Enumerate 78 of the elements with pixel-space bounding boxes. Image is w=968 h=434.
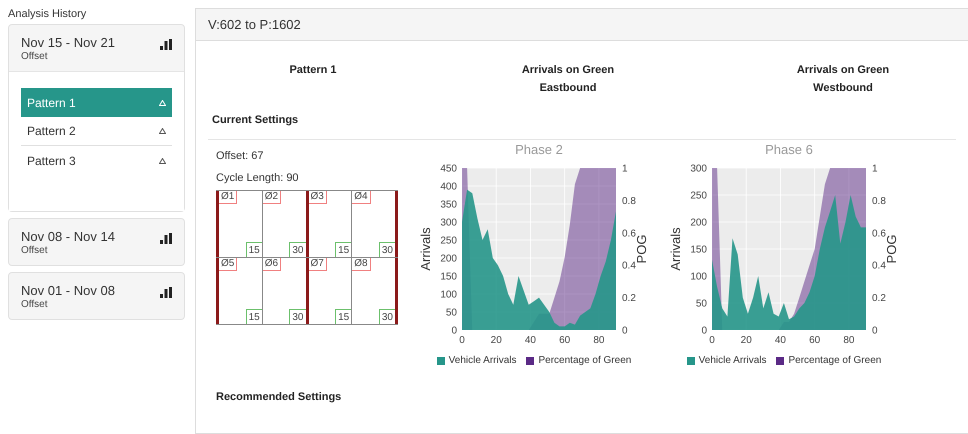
phase-label: Ø3 — [308, 191, 327, 204]
phase-label: Ø5 — [219, 258, 238, 271]
tick-label: 20 — [740, 335, 752, 346]
tick-label: 150 — [690, 244, 707, 256]
axis-label: POG — [884, 234, 899, 264]
phase-duration: 15 — [246, 242, 262, 257]
tick-label: 300 — [440, 218, 457, 228]
tick-label: 0.8 — [622, 196, 636, 207]
phase-duration: 15 — [335, 309, 352, 324]
chart-title: Phase 6 — [765, 142, 813, 157]
tick-label: 200 — [690, 218, 707, 228]
tick-label: 100 — [690, 272, 707, 282]
tick-label: 80 — [593, 335, 604, 346]
panel-title: V:602 to P:1602 — [208, 16, 301, 34]
tick-label: 40 — [524, 335, 536, 346]
tick-label: 350 — [440, 200, 457, 210]
phase-label: Ø8 — [352, 258, 371, 271]
column-heading: Arrivals on Green — [796, 63, 890, 78]
axis-label: Arrivals — [668, 227, 683, 271]
tick-label: 0.4 — [872, 260, 886, 272]
tick-label: 450 — [440, 164, 457, 174]
date-range: Nov 01 - Nov 08 — [21, 283, 115, 299]
tick-label: 1 — [872, 164, 878, 174]
section-heading: Current Settings — [212, 114, 298, 126]
column-heading: Pattern 1 — [289, 63, 337, 78]
axis-label: Arrivals — [418, 227, 433, 271]
tick-label: 0.6 — [622, 228, 636, 240]
tick-label: 200 — [440, 254, 457, 264]
axis-label: POG — [634, 234, 649, 264]
tick-label: 250 — [440, 236, 457, 246]
cycle-length-text: Cycle Length: 90 — [216, 171, 300, 186]
tick-label: 60 — [809, 335, 820, 346]
tick-label: 20 — [490, 335, 502, 346]
phase-label: Ø2 — [262, 191, 282, 204]
tick-label: 0.4 — [622, 260, 636, 272]
tick-label: 0 — [709, 335, 715, 346]
phase-duration: 30 — [378, 242, 395, 257]
phase-duration: 30 — [289, 309, 306, 324]
tick-label: 0.2 — [622, 293, 636, 304]
tick-label: 40 — [774, 335, 786, 346]
phase-duration: 30 — [289, 242, 306, 257]
tick-label: 0 — [872, 326, 878, 336]
analysis-type: Offset — [21, 51, 48, 63]
tick-label: 60 — [559, 335, 570, 346]
tick-label: 0 — [622, 326, 628, 336]
tick-label: 100 — [440, 290, 457, 300]
tick-label: 0.8 — [872, 196, 886, 207]
tick-label: 150 — [440, 272, 457, 282]
chart-title: Phase 2 — [515, 142, 563, 157]
date-range: Nov 08 - Nov 14 — [21, 229, 115, 245]
tick-label: 400 — [440, 182, 457, 192]
phase-label: Ø6 — [262, 258, 282, 271]
phase-duration: 15 — [246, 309, 262, 324]
column-heading: Eastbound — [540, 81, 596, 96]
column-heading: Westbound — [813, 81, 873, 96]
analysis-type: Offset — [21, 299, 48, 311]
tick-label: 0 — [701, 326, 707, 336]
tick-label: 0.6 — [872, 228, 886, 240]
offset-text: Offset: 67 — [216, 149, 264, 164]
phase-label: Ø1 — [219, 191, 238, 204]
section-heading: Recommended Settings — [216, 391, 342, 403]
phase-label: Ø7 — [308, 258, 327, 271]
date-range: Nov 15 - Nov 21 — [21, 35, 115, 51]
column-heading: Arrivals on Green — [522, 63, 614, 78]
tick-label: 0 — [451, 326, 457, 336]
analysis-type: Offset — [21, 245, 48, 257]
tick-label: 300 — [690, 164, 707, 174]
tick-label: 50 — [446, 308, 457, 318]
tick-label: 0.2 — [872, 293, 886, 304]
tick-label: 1 — [622, 164, 628, 174]
tick-label: 80 — [843, 335, 854, 346]
sidebar-title: Analysis History — [8, 7, 88, 22]
phase-duration: 30 — [378, 309, 395, 324]
tick-label: 250 — [690, 190, 707, 202]
tick-label: 0 — [459, 335, 465, 346]
phase-label: Ø4 — [352, 191, 371, 204]
tick-label: 50 — [696, 298, 707, 310]
phase-duration: 15 — [335, 242, 352, 257]
